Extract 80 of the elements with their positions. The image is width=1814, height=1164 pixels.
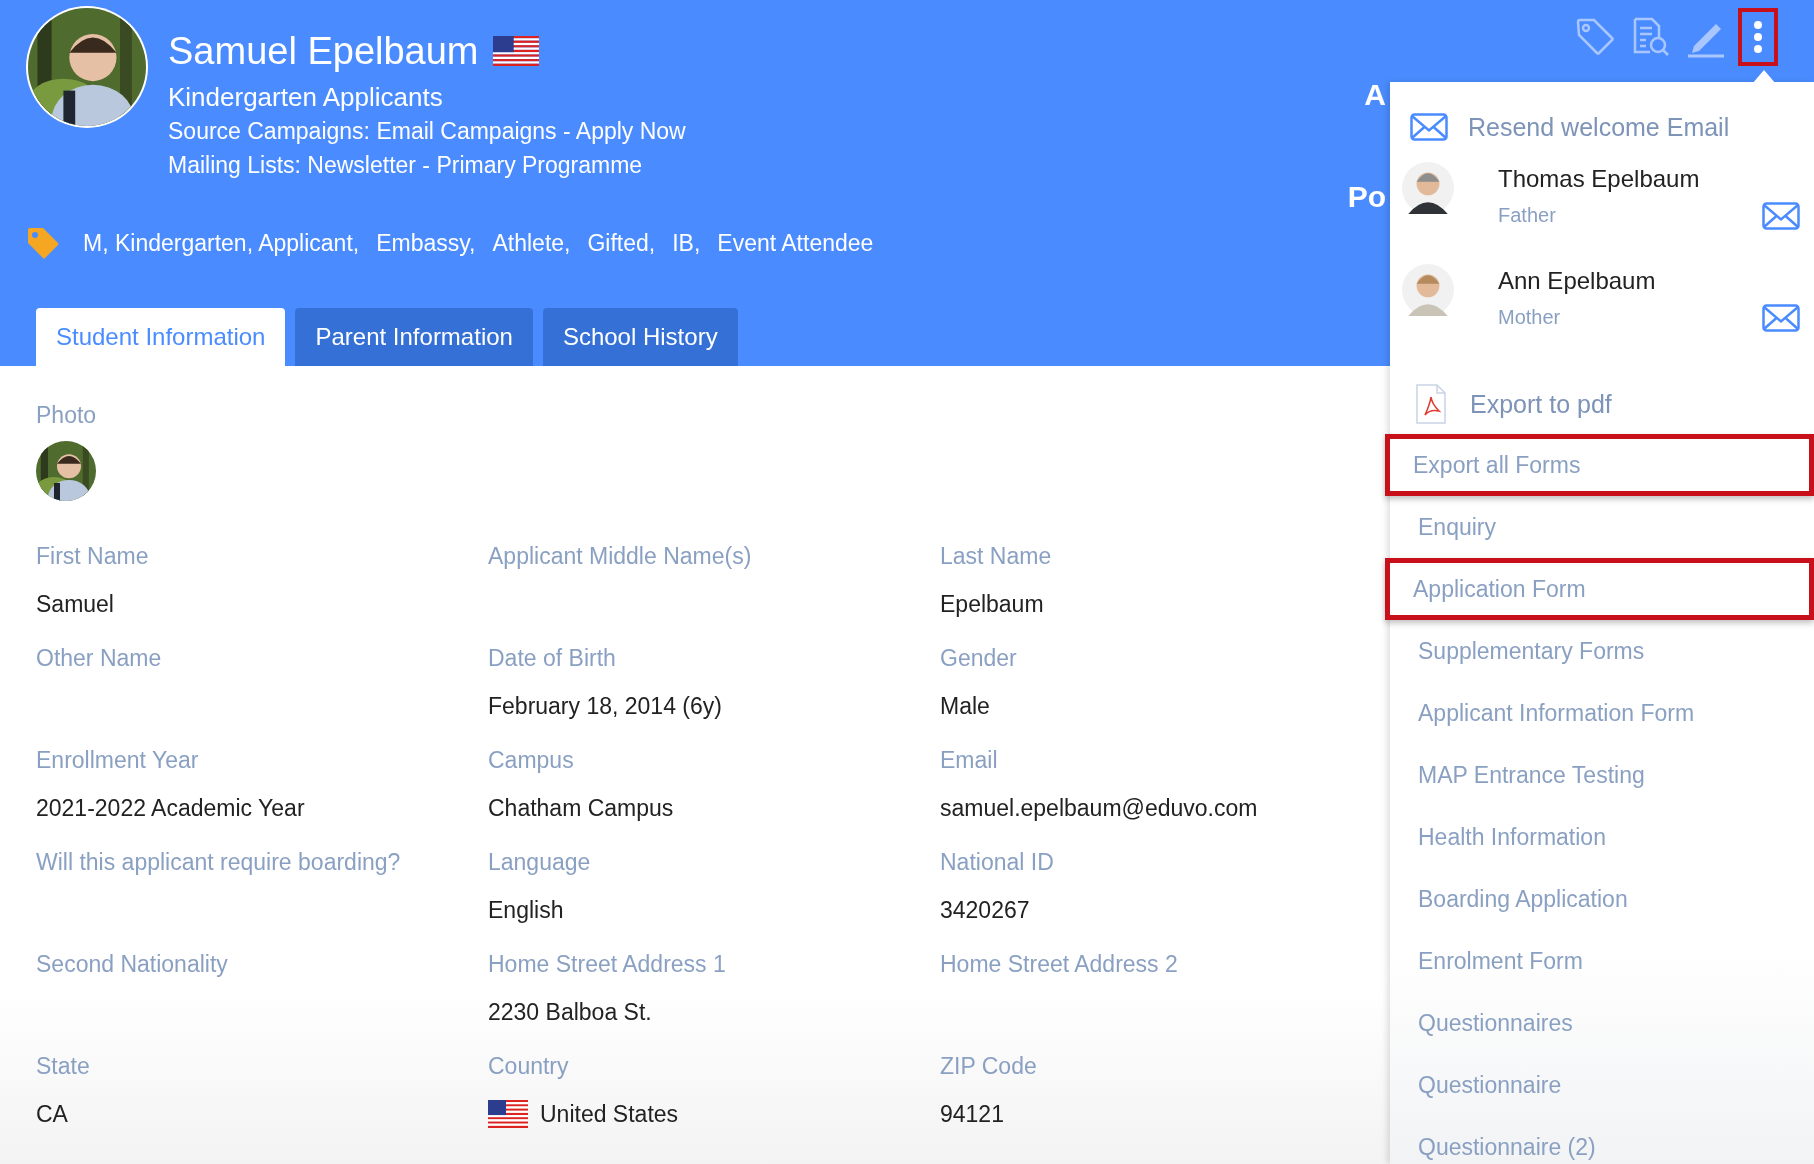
field-label: Email	[940, 746, 999, 775]
contact-role: Father	[1498, 204, 1557, 227]
avatar-icon	[1402, 162, 1454, 214]
tab[interactable]: Student Information	[36, 308, 286, 366]
pdf-icon	[1416, 384, 1446, 424]
tag-label: IB,	[672, 229, 701, 257]
field-label: National ID	[940, 848, 1055, 877]
field-value: 94121	[940, 1100, 1004, 1129]
field-value: 3420267	[940, 896, 1030, 925]
field-label: Country	[488, 1052, 570, 1081]
menu-item[interactable]: Questionnaire	[1390, 1054, 1814, 1116]
contact-role: Mother	[1498, 306, 1562, 329]
menu-item[interactable]: Health Information	[1390, 806, 1814, 868]
email-button[interactable]	[1762, 304, 1800, 332]
envelope-icon	[1410, 113, 1448, 141]
field-label: Last Name	[940, 542, 1053, 571]
header-info-line: Source Campaigns: Email Campaigns - Apply Now	[168, 117, 686, 146]
field-label: Photo	[36, 402, 97, 429]
tag-icon	[26, 226, 60, 260]
tab[interactable]: Parent Information	[295, 308, 533, 366]
menu-item[interactable]: Boarding Application	[1390, 868, 1814, 930]
menu-item[interactable]: Export all Forms	[1385, 434, 1814, 496]
field-label: ZIP Code	[940, 1052, 1038, 1081]
menu-item[interactable]: Resend welcome Email	[1390, 104, 1814, 150]
tab[interactable]: School History	[542, 308, 738, 366]
email-button[interactable]	[1762, 202, 1800, 230]
more-icon	[1753, 20, 1763, 54]
field-value: Samuel	[36, 590, 114, 619]
field-label: Gender	[940, 644, 1018, 673]
field-value: United States	[540, 1100, 679, 1129]
tag-label: M, Kindergarten, Applicant,	[83, 229, 360, 257]
field-value: English	[488, 896, 564, 925]
field-label: Enrollment Year	[36, 746, 200, 775]
tag-label: Embassy,	[376, 229, 476, 257]
field-value: samuel.epelbaum@eduvo.com	[940, 794, 1258, 823]
tag-icon	[1574, 16, 1614, 58]
tag-label: Gifted,	[587, 229, 656, 257]
tag-label: Event Attendee	[717, 229, 874, 257]
field-value: February 18, 2014 (6y)	[488, 692, 722, 721]
field-label: Home Street Address 2	[940, 950, 1179, 979]
field-label: First Name	[36, 542, 150, 571]
field-value: Male	[940, 692, 990, 721]
menu-item[interactable]: Enrolment Form	[1390, 930, 1814, 992]
menu-item[interactable]: Enquiry	[1390, 496, 1814, 558]
field-value: Epelbaum	[940, 590, 1044, 619]
applicant-group: Kindergarten Applicants	[168, 80, 686, 114]
field-value: Chatham Campus	[488, 794, 674, 823]
field-label: Will this applicant require boarding?	[36, 848, 402, 877]
field-label: Home Street Address 1	[488, 950, 727, 979]
field-label: Date of Birth	[488, 644, 617, 673]
field-value: CA	[36, 1100, 68, 1129]
partial-label: Po	[1347, 180, 1386, 214]
field-label: Language	[488, 848, 592, 877]
field-label: Applicant Middle Name(s)	[488, 542, 753, 571]
menu-item[interactable]: Questionnaire (2)	[1390, 1116, 1814, 1164]
menu-item[interactable]: MAP Entrance Testing	[1390, 744, 1814, 806]
tag-label: Athlete,	[492, 229, 571, 257]
field-label: Campus	[488, 746, 575, 775]
flag-icon	[492, 36, 539, 66]
menu-item[interactable]: Applicant Information Form	[1390, 682, 1814, 744]
menu-item[interactable]: Application Form	[1385, 558, 1814, 620]
envelope-icon	[1762, 304, 1800, 332]
field-label: Second Nationality	[36, 950, 229, 979]
field-value: 2230 Balboa St.	[488, 998, 652, 1027]
more-button[interactable]	[1738, 8, 1778, 66]
menu-item[interactable]: Questionnaires	[1390, 992, 1814, 1054]
partial-label: A	[1364, 78, 1386, 112]
header-info-line: Mailing Lists: Newsletter - Primary Programme	[168, 151, 644, 180]
contact-name: Ann Epelbaum	[1498, 266, 1657, 296]
menu-pointer	[1752, 70, 1776, 84]
student-name: Samuel Epelbaum	[168, 29, 479, 73]
avatar-icon	[1402, 264, 1454, 316]
envelope-icon	[1762, 202, 1800, 230]
field-value: 2021-2022 Academic Year	[36, 794, 305, 823]
menu-item[interactable]: Supplementary Forms	[1390, 620, 1814, 682]
field-label: State	[36, 1052, 91, 1081]
contact-name: Thomas Epelbaum	[1498, 164, 1701, 194]
field-label: Other Name	[36, 644, 163, 673]
menu-item[interactable]: Export to pdf	[1390, 374, 1814, 434]
flag-icon	[488, 1100, 528, 1128]
